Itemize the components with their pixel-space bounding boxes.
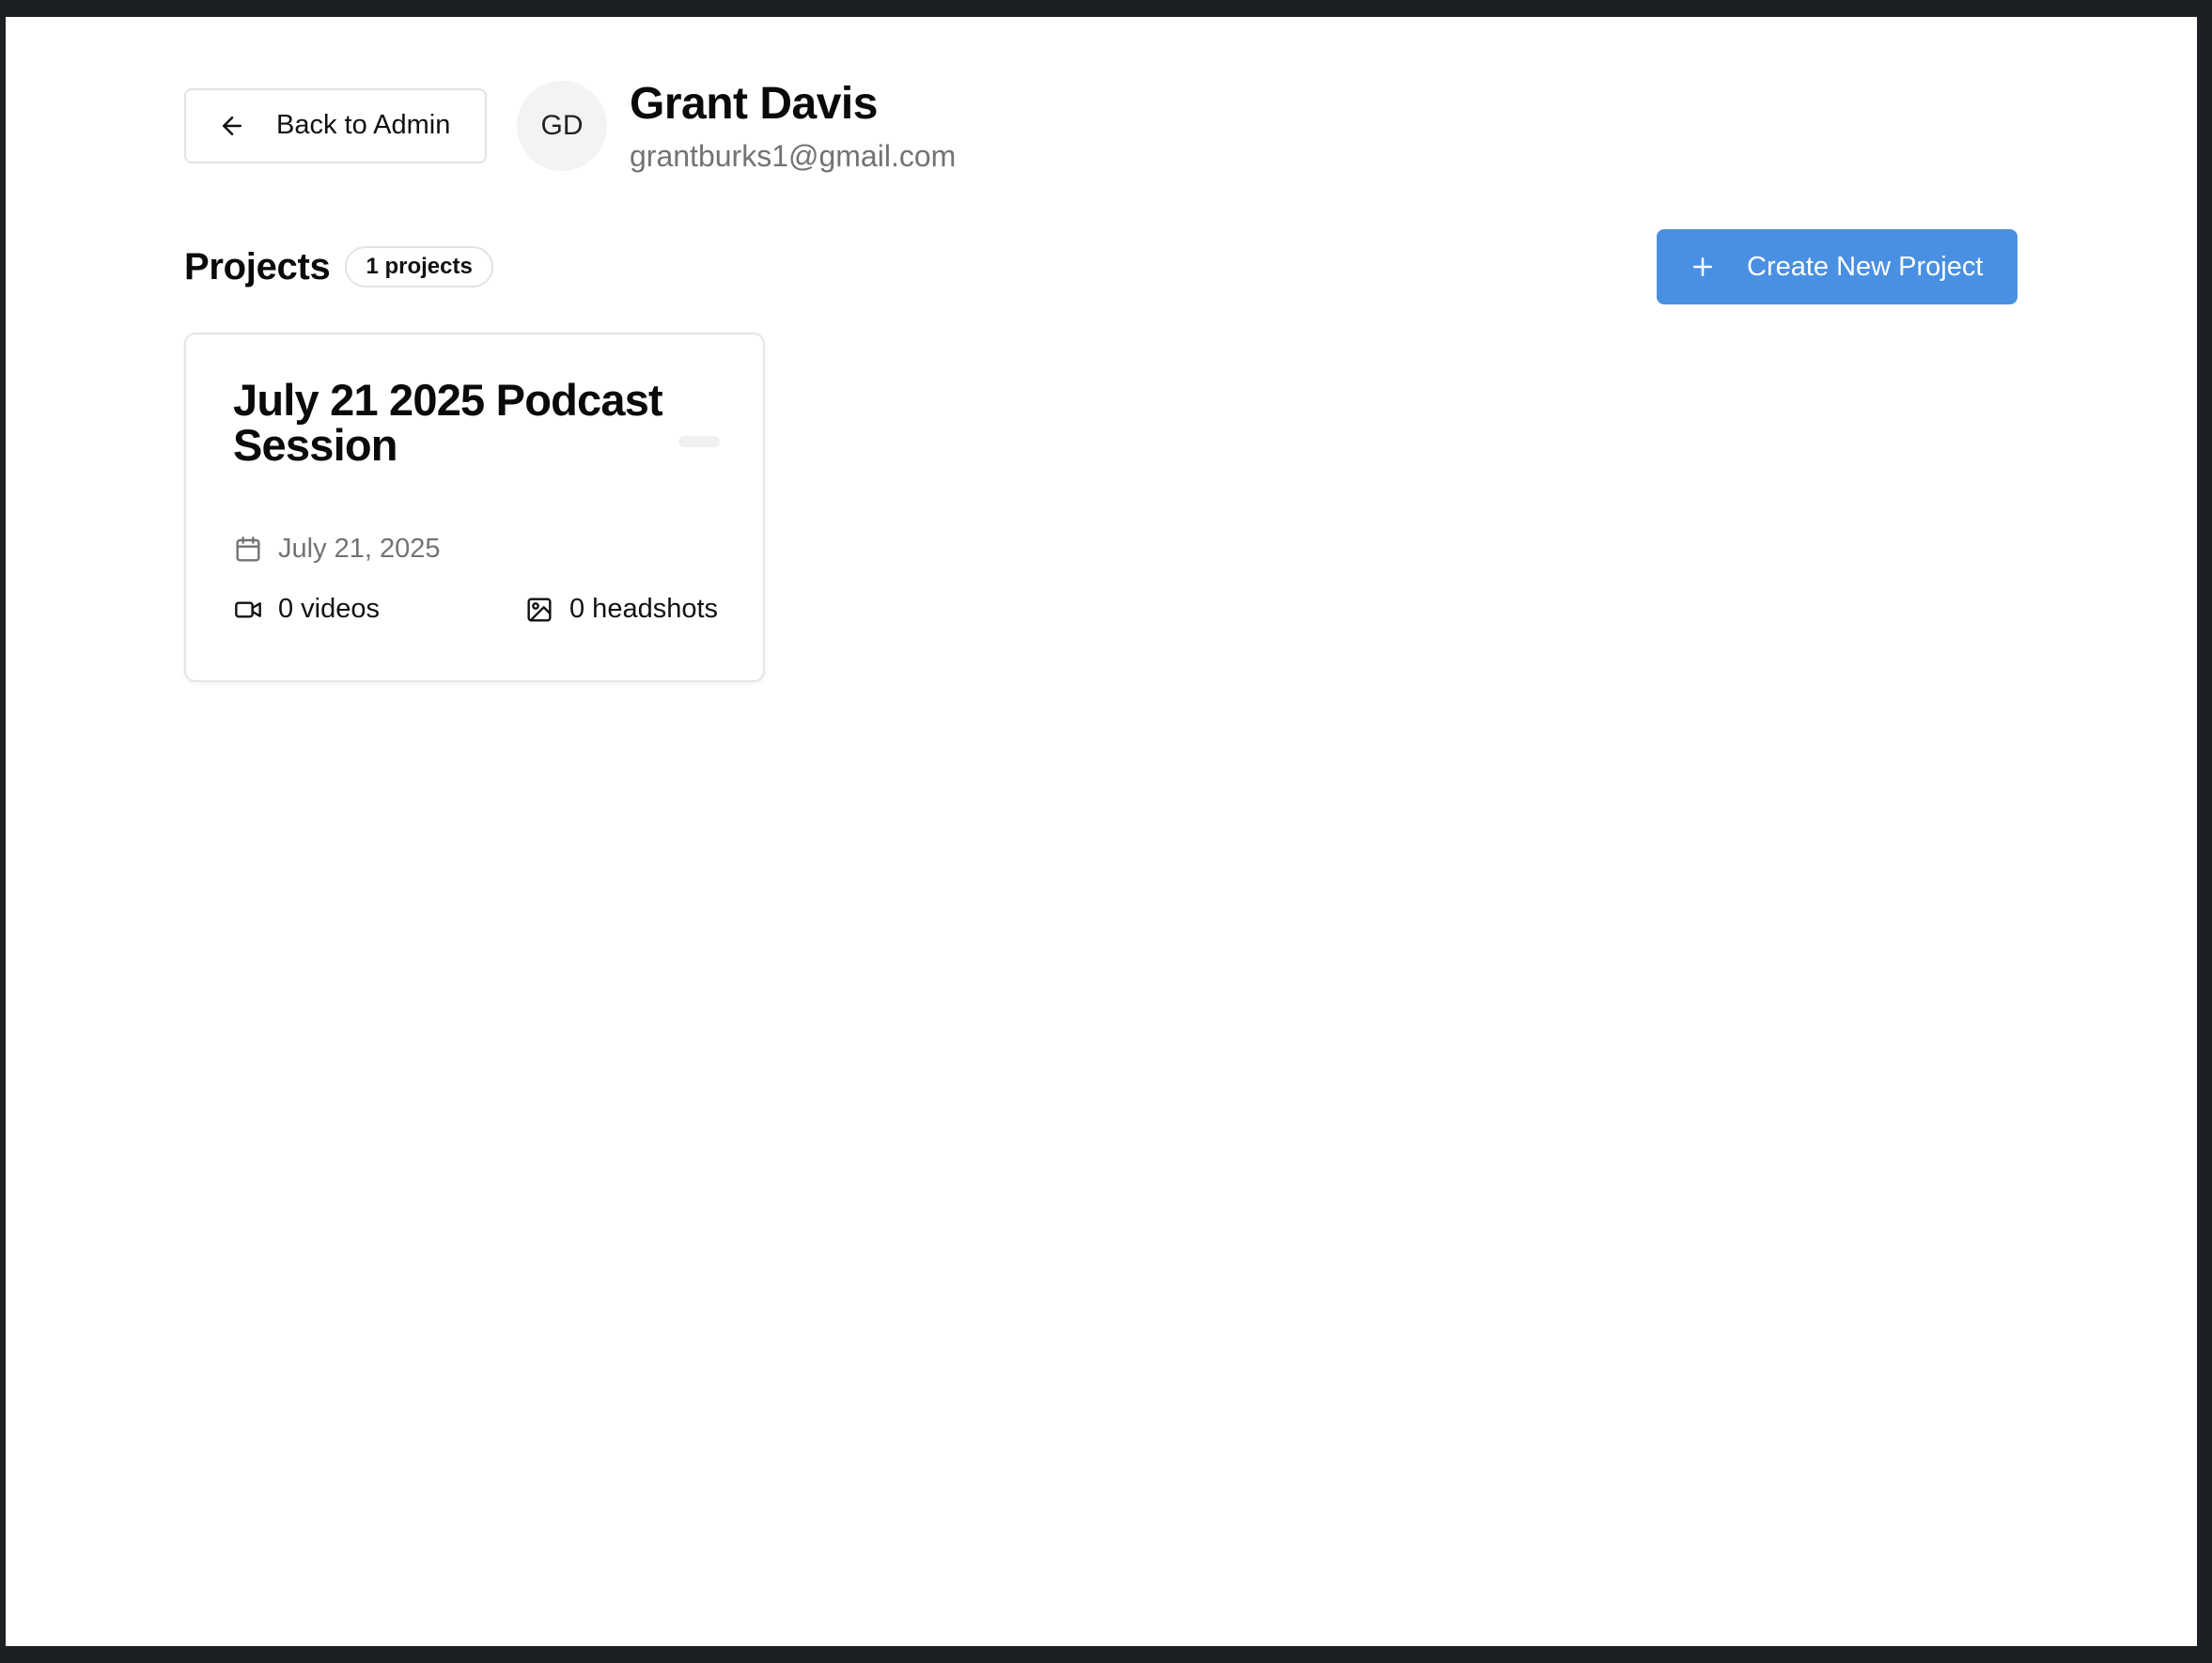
project-card[interactable]: July 21 2025 Podcast Session July 21, 20…: [184, 333, 765, 682]
project-headshots-count: 0 headshots: [569, 594, 719, 624]
back-to-admin-button[interactable]: Back to Admin: [184, 87, 487, 163]
video-camera-icon: [233, 595, 263, 625]
calendar-icon: [233, 535, 263, 565]
plus-icon: [1689, 253, 1717, 281]
project-videos-row: 0 videos: [233, 594, 380, 625]
create-new-project-label: Create New Project: [1747, 251, 1984, 282]
project-headshots-row: 0 headshots: [524, 594, 718, 625]
arrow-left-icon: [218, 112, 246, 140]
project-date-row: July 21, 2025: [233, 534, 441, 565]
avatar: GD: [517, 80, 607, 171]
user-name: Grant Davis: [630, 79, 878, 129]
image-icon: [524, 595, 554, 625]
project-status-pill: [678, 436, 720, 447]
user-email: grantburks1@gmail.com: [630, 139, 957, 174]
project-date: July 21, 2025: [278, 534, 441, 564]
project-videos-count: 0 videos: [278, 594, 381, 624]
projects-heading-group: Projects 1 projects: [184, 246, 493, 288]
projects-title: Projects: [184, 245, 331, 288]
app-window: Back to Admin GD Grant Davis grantburks1…: [6, 17, 2197, 1646]
back-to-admin-label: Back to Admin: [276, 110, 451, 141]
project-title: July 21 2025 Podcast Session: [233, 375, 663, 470]
projects-header: Projects 1 projects Create New Project: [184, 229, 2017, 304]
user-info: Grant Davis grantburks1@gmail.com: [630, 79, 957, 174]
user-header: Back to Admin GD Grant Davis grantburks1…: [184, 77, 956, 174]
projects-count-badge: 1 projects: [345, 246, 493, 288]
create-new-project-button[interactable]: Create New Project: [1657, 229, 2017, 304]
